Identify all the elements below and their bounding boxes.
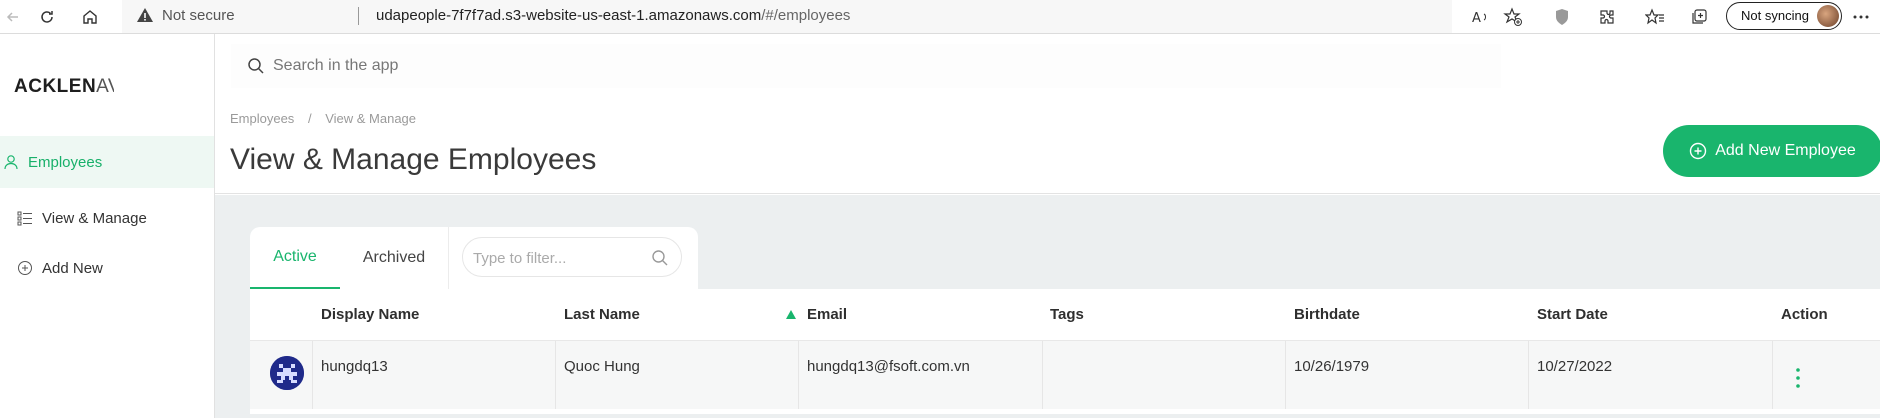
add-favorite-icon[interactable] — [1500, 4, 1526, 30]
cell-divider — [1042, 341, 1043, 409]
read-aloud-icon[interactable]: A — [1468, 4, 1494, 30]
collections-icon[interactable] — [1686, 4, 1712, 30]
page-title: View & Manage Employees — [230, 143, 597, 176]
filter-box — [462, 237, 682, 277]
url-host: udapeople-7f7f7ad.s3-website-us-east-1.a… — [376, 7, 762, 24]
breadcrumb-item-employees[interactable]: Employees — [230, 111, 294, 126]
filter-input[interactable] — [473, 246, 643, 270]
more-icon[interactable] — [1848, 4, 1874, 30]
cell-divider — [1528, 341, 1529, 409]
sidebar-item-label: Employees — [28, 153, 103, 171]
app-logo[interactable]: ACKLENAV — [14, 76, 114, 98]
table-row[interactable]: hungdq13 Quoc Hung hungdq13@fsoft.com.vn… — [250, 341, 1880, 409]
column-header-birthdate[interactable]: Birthdate — [1294, 306, 1360, 323]
sidebar-item-employees[interactable]: Employees — [0, 136, 214, 188]
cell-start-date: 10/27/2022 — [1537, 358, 1613, 375]
row-actions-kebab-icon[interactable] — [1795, 367, 1801, 389]
url-text: udapeople-7f7f7ad.s3-website-us-east-1.a… — [376, 7, 850, 24]
tabs-card: Active Archived — [250, 227, 698, 289]
back-icon[interactable] — [0, 4, 26, 30]
search-box — [231, 44, 1501, 88]
shield-icon[interactable] — [1549, 4, 1575, 30]
employees-table: Display Name Last Name Email Tags Birthd… — [250, 289, 1880, 414]
list-icon — [16, 209, 34, 227]
cell-last-name: Quoc Hung — [564, 358, 640, 375]
app-search-bar — [215, 34, 1880, 103]
cell-divider — [555, 341, 556, 409]
add-new-employee-button[interactable]: Add New Employee — [1663, 125, 1880, 177]
search-input[interactable] — [273, 52, 1273, 80]
cell-divider — [1772, 341, 1773, 409]
breadcrumb-item-view-manage: View & Manage — [325, 111, 417, 126]
tab-active[interactable]: Active — [250, 227, 340, 289]
tab-archived[interactable]: Archived — [340, 227, 448, 289]
search-icon — [248, 58, 264, 74]
not-secure-label: Not secure — [162, 7, 235, 24]
browser-toolbar: Not secure udapeople-7f7f7ad.s3-website-… — [0, 0, 1880, 34]
logo-text-tail: AV — [96, 76, 114, 97]
cell-divider — [312, 341, 313, 409]
cell-email: hungdq13@fsoft.com.vn — [807, 358, 970, 375]
profile-avatar — [1817, 5, 1839, 27]
plus-circle-icon — [16, 259, 34, 277]
column-header-display-name[interactable]: Display Name — [321, 306, 419, 323]
warning-icon — [137, 8, 153, 22]
cell-display-name: hungdq13 — [321, 358, 388, 375]
plus-circle-icon — [1690, 142, 1707, 160]
add-new-employee-label: Add New Employee — [1715, 142, 1856, 159]
sidebar: ACKLENAV Employees View & Manage Add New — [0, 34, 215, 418]
url-path: /#/employees — [761, 7, 851, 24]
cell-divider — [798, 341, 799, 409]
search-icon — [652, 250, 668, 266]
column-header-action: Action — [1781, 306, 1828, 323]
table-header: Display Name Last Name Email Tags Birthd… — [250, 289, 1880, 341]
sidebar-item-label: Add New — [42, 259, 103, 277]
home-icon[interactable] — [77, 4, 103, 30]
extensions-icon[interactable] — [1594, 4, 1620, 30]
column-header-start-date[interactable]: Start Date — [1537, 306, 1608, 323]
sync-label: Not syncing — [1741, 8, 1809, 23]
sort-ascending-icon[interactable] — [786, 310, 796, 319]
main-content: Active Archived Display Name Last Name E… — [215, 195, 1880, 418]
sidebar-item-add-new[interactable]: Add New — [0, 242, 214, 294]
breadcrumb-separator: / — [307, 111, 312, 126]
column-header-last-name[interactable]: Last Name — [564, 306, 640, 323]
favorites-icon[interactable] — [1642, 4, 1668, 30]
sidebar-item-label: View & Manage — [42, 209, 147, 227]
svg-text:A: A — [1472, 11, 1481, 26]
tab-divider — [448, 227, 449, 289]
user-icon — [2, 153, 20, 171]
address-bar[interactable]: Not secure udapeople-7f7f7ad.s3-website-… — [122, 0, 1452, 33]
sidebar-item-view-manage[interactable]: View & Manage — [0, 192, 214, 244]
cell-divider — [1285, 341, 1286, 409]
cell-birthdate: 10/26/1979 — [1294, 358, 1370, 375]
address-separator — [358, 7, 359, 25]
page-header: Employees / View & Manage View & Manage … — [215, 103, 1880, 194]
breadcrumb: Employees / View & Manage — [230, 111, 426, 126]
profile-sync-button[interactable]: Not syncing — [1726, 2, 1842, 30]
reload-icon[interactable] — [34, 4, 60, 30]
column-header-email[interactable]: Email — [807, 306, 847, 323]
column-header-tags[interactable]: Tags — [1050, 306, 1084, 323]
avatar — [270, 356, 304, 390]
logo-text: ACKLEN — [14, 76, 97, 97]
